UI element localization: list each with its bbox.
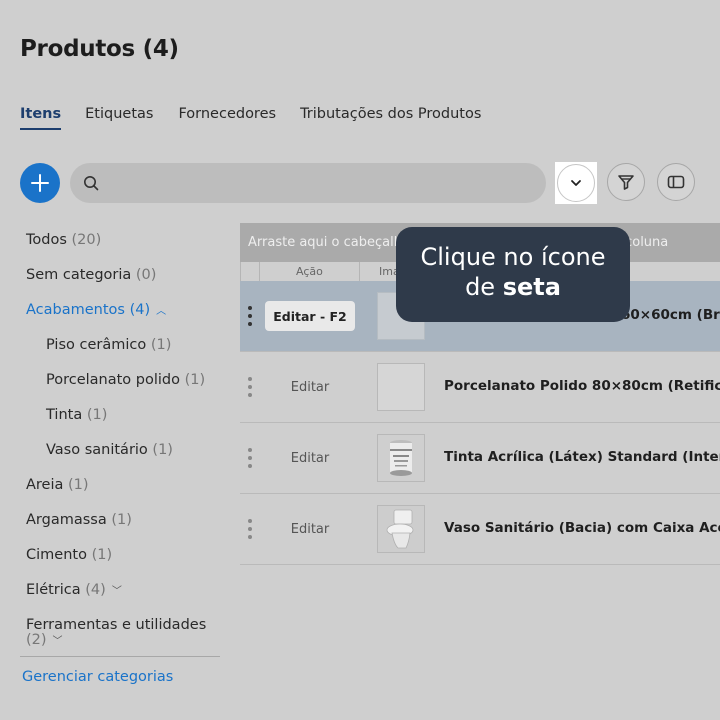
table-row[interactable]: Editar Vaso Sanitário (Bacia) com Caixa …	[240, 494, 720, 565]
category-item[interactable]: Todos (20)	[26, 232, 101, 248]
row-menu-icon[interactable]	[246, 377, 254, 397]
chevron-up-icon[interactable]: ︿	[156, 302, 166, 317]
page-title: Produtos (4)	[20, 36, 179, 62]
product-name: 60×60cm (Bril	[621, 307, 720, 323]
product-name: Tinta Acrílica (Látex) Standard (Interio…	[444, 449, 720, 465]
edit-button[interactable]: Editar	[265, 443, 355, 473]
filter-button[interactable]	[607, 163, 645, 201]
subcategory-item[interactable]: Tinta (1)	[46, 407, 107, 423]
tooltip-line-1: Clique no ícone	[420, 243, 606, 271]
column-header-action[interactable]: Ação	[296, 265, 323, 278]
table-row[interactable]: Editar Tinta Acrílica (Látex) Standard (…	[240, 423, 720, 494]
product-thumbnail	[377, 505, 425, 553]
search-input[interactable]	[107, 174, 546, 192]
panel-toggle-button[interactable]	[657, 163, 695, 201]
subcategory-item[interactable]: Piso cerâmico (1)	[46, 337, 171, 353]
product-thumbnail	[377, 434, 425, 482]
tab-tributacoes[interactable]: Tributações dos Produtos	[300, 106, 481, 130]
category-item-eletrica[interactable]: Elétrica (4) ﹀	[26, 582, 122, 598]
edit-button[interactable]: Editar - F2	[265, 301, 355, 331]
group-bar-text: Arraste aqui o cabeçalho	[248, 235, 410, 250]
table-row[interactable]: Editar Porcelanato Polido 80×80cm (Retif…	[240, 352, 720, 423]
product-name: Vaso Sanitário (Bacia) com Caixa Acopla	[444, 520, 720, 536]
tab-itens[interactable]: Itens	[20, 106, 62, 130]
sidebar-divider	[20, 656, 220, 657]
filter-icon	[618, 175, 634, 190]
category-item-ferramentas[interactable]: Ferramentas e utilidades (2) ﹀	[26, 617, 206, 648]
chevron-down-icon[interactable]: ﹀	[112, 582, 122, 597]
tab-bar: Itens Etiquetas Fornecedores Tributações…	[20, 106, 505, 130]
edit-button[interactable]: Editar	[265, 514, 355, 544]
category-item[interactable]: Sem categoria (0)	[26, 267, 156, 283]
row-menu-icon[interactable]	[246, 306, 254, 326]
search-icon	[84, 176, 99, 191]
tab-fornecedores[interactable]: Fornecedores	[178, 106, 276, 130]
row-menu-icon[interactable]	[246, 519, 254, 539]
product-name: Porcelanato Polido 80×80cm (Retificado	[444, 378, 720, 394]
manage-categories-link[interactable]: Gerenciar categorias	[22, 669, 173, 685]
add-product-button[interactable]	[20, 163, 60, 203]
category-item[interactable]: Argamassa (1)	[26, 512, 132, 528]
category-item[interactable]: Areia (1)	[26, 477, 89, 493]
paint-can-icon	[390, 440, 412, 476]
tooltip-callout: Clique no ícone de seta	[396, 227, 630, 322]
edit-button[interactable]: Editar	[265, 372, 355, 402]
search-bar	[70, 163, 546, 203]
sidebar-panel-icon	[667, 175, 685, 189]
expand-arrow-button[interactable]	[557, 164, 595, 202]
product-thumbnail	[377, 363, 425, 411]
category-item-acabamentos[interactable]: Acabamentos (4) ︿	[26, 302, 166, 318]
chevron-down-icon[interactable]: ﹀	[53, 632, 63, 647]
row-menu-icon[interactable]	[246, 448, 254, 468]
toilet-icon	[386, 509, 414, 549]
tab-etiquetas[interactable]: Etiquetas	[85, 106, 153, 130]
subcategory-item[interactable]: Vaso sanitário (1)	[46, 442, 173, 458]
subcategory-item[interactable]: Porcelanato polido (1)	[46, 372, 205, 388]
category-item[interactable]: Cimento (1)	[26, 547, 112, 563]
plus-icon	[31, 174, 49, 192]
chevron-down-icon	[571, 180, 581, 186]
tooltip-line-2: de seta	[465, 273, 561, 301]
